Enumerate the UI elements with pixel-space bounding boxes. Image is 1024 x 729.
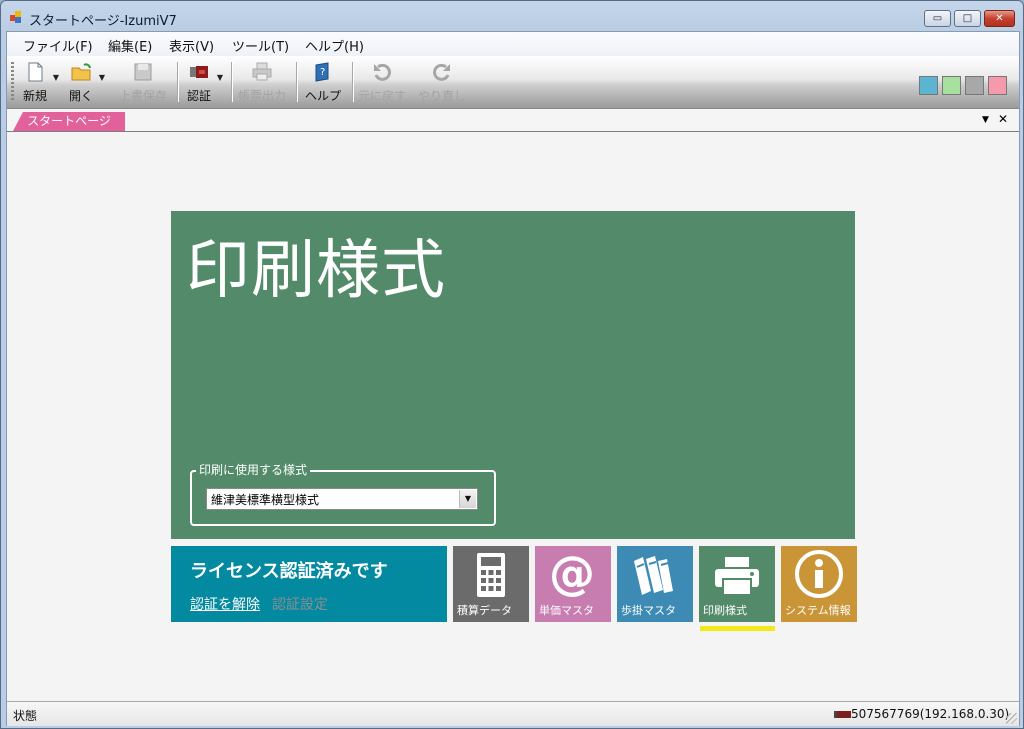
menu-view[interactable]: 表示(V) (169, 36, 214, 55)
tile-print-style[interactable]: 印刷様式 (699, 546, 775, 622)
theme-swatch-pink[interactable] (988, 76, 1007, 95)
auth-label: 認証 (186, 89, 211, 103)
close-button[interactable]: ✕ (984, 10, 1015, 27)
minimize-icon: ▭ (932, 13, 943, 24)
printer-icon (252, 62, 272, 81)
auth-button[interactable]: 認証 ▼ (181, 59, 223, 105)
help-book-icon: ? (315, 62, 329, 82)
save-disk-icon (134, 63, 152, 81)
toolbar-separator (231, 62, 233, 102)
books-icon (634, 556, 673, 595)
toolbar-separator (177, 62, 179, 102)
tile-system-info[interactable]: システム情報 (781, 546, 857, 622)
print-style-group-label: 印刷に使用する様式 (196, 463, 311, 477)
app-icon (10, 11, 22, 23)
help-button[interactable]: ? ヘルプ (300, 59, 346, 105)
help-label: ヘルプ (304, 89, 341, 103)
connection-info: 507567769(192.168.0.30) (851, 707, 1010, 721)
svg-text:?: ? (320, 67, 325, 78)
maximize-icon: □ (962, 13, 973, 24)
svg-text:@: @ (550, 551, 594, 600)
tile-label: システム情報 (785, 604, 851, 617)
new-button[interactable]: 新規 ▼ (17, 59, 59, 105)
print-button[interactable]: 帳票出力 (235, 59, 289, 105)
toolbar-separator (352, 62, 354, 102)
theme-swatch-blue[interactable] (919, 76, 938, 95)
tile-label: 歩掛マスタ (621, 604, 676, 617)
tab-list-dropdown-icon[interactable]: ▼ (982, 115, 989, 125)
redo-label: やり直し (417, 89, 466, 103)
save-label: 上書保存 (118, 89, 167, 103)
toolbar-grip[interactable] (11, 62, 14, 102)
license-panel: ライセンス認証済みです 認証を解除 認証設定 (171, 546, 447, 622)
tile-labor-master[interactable]: 歩掛マスタ (617, 546, 693, 622)
app-window: スタートページ-IzumiV7 ▭ □ ✕ ファイル(F) 編集(E) 表示(V… (0, 0, 1024, 729)
save-button[interactable]: 上書保存 (117, 59, 169, 105)
theme-swatch-green[interactable] (942, 76, 961, 95)
license-unlock-link[interactable]: 認証を解除 (190, 594, 260, 614)
undo-label: 元に戻す (357, 89, 406, 103)
tile-label: 印刷様式 (703, 604, 747, 617)
new-document-icon (28, 62, 43, 82)
hero-panel: 印刷様式 印刷に使用する様式 維津美標準横型様式 ▼ (171, 211, 855, 539)
tile-estimate-data[interactable]: 積算データ (453, 546, 529, 622)
redo-icon (433, 63, 450, 81)
status-text: 状態 (13, 709, 38, 723)
open-button[interactable]: 開く ▼ (63, 59, 105, 105)
hero-title: 印刷様式 (186, 234, 446, 308)
auth-dropdown-icon[interactable]: ▼ (217, 73, 223, 82)
tile-label: 単価マスタ (539, 604, 594, 617)
new-label: 新規 (22, 89, 47, 103)
maximize-button[interactable]: □ (954, 10, 981, 27)
calculator-icon (477, 553, 505, 597)
menu-bar: ファイル(F) 編集(E) 表示(V) ツール(T) ヘルプ(H) (7, 32, 1019, 56)
undo-button[interactable]: 元に戻す (356, 59, 408, 105)
start-page: 印刷様式 印刷に使用する様式 維津美標準横型様式 ▼ ライセンス認証済みです 認… (7, 132, 1019, 700)
print-style-group: 印刷に使用する様式 維津美標準横型様式 ▼ (190, 463, 496, 526)
minimize-button[interactable]: ▭ (924, 10, 951, 27)
usb-key-icon (834, 711, 851, 718)
tile-unit-price-master[interactable]: @ 単価マスタ (535, 546, 611, 622)
undo-icon (374, 63, 391, 81)
at-sign-icon: @ (550, 551, 594, 600)
info-icon (795, 550, 843, 598)
print-style-select[interactable]: 維津美標準横型様式 ▼ (206, 488, 478, 510)
redo-button[interactable]: やり直し (416, 59, 468, 105)
printer-icon (715, 557, 759, 596)
usb-key-icon (190, 66, 208, 78)
license-settings-link[interactable]: 認証設定 (272, 594, 328, 614)
title-bar[interactable]: スタートページ-IzumiV7 ▭ □ ✕ (1, 1, 1023, 31)
status-bar: 状態 507567769(192.168.0.30) (7, 701, 1019, 726)
open-folder-icon (71, 63, 91, 81)
client-area: ファイル(F) 編集(E) 表示(V) ツール(T) ヘルプ(H) 新規 ▼ 開… (6, 31, 1020, 726)
selected-tile-indicator (700, 626, 775, 631)
menu-tools[interactable]: ツール(T) (232, 36, 289, 55)
tile-label: 積算データ (457, 604, 512, 617)
resize-grip[interactable] (1006, 713, 1017, 724)
document-tab-strip: スタートページ ▼ ✕ (7, 109, 1019, 132)
open-label: 開く (68, 89, 93, 103)
toolbar: 新規 ▼ 開く ▼ 上書保存 認証 ▼ 帳票出力 ? ヘルプ 元に戻す やり直し (7, 56, 1019, 109)
new-dropdown-icon[interactable]: ▼ (53, 73, 59, 82)
menu-edit[interactable]: 編集(E) (108, 36, 152, 55)
chevron-down-icon[interactable]: ▼ (459, 490, 476, 508)
window-title: スタートページ-IzumiV7 (29, 14, 177, 29)
license-status: ライセンス認証済みです (190, 561, 388, 582)
menu-file[interactable]: ファイル(F) (23, 36, 93, 55)
menu-help[interactable]: ヘルプ(H) (305, 36, 364, 55)
print-label: 帳票出力 (237, 89, 286, 103)
tab-close-icon[interactable]: ✕ (998, 112, 1008, 126)
toolbar-separator (296, 62, 298, 102)
close-icon: ✕ (995, 13, 1004, 24)
open-dropdown-icon[interactable]: ▼ (99, 73, 105, 82)
theme-swatch-gray[interactable] (965, 76, 984, 95)
tab-start-page[interactable]: スタートページ (13, 112, 125, 131)
print-style-select-value: 維津美標準横型様式 (211, 493, 320, 507)
